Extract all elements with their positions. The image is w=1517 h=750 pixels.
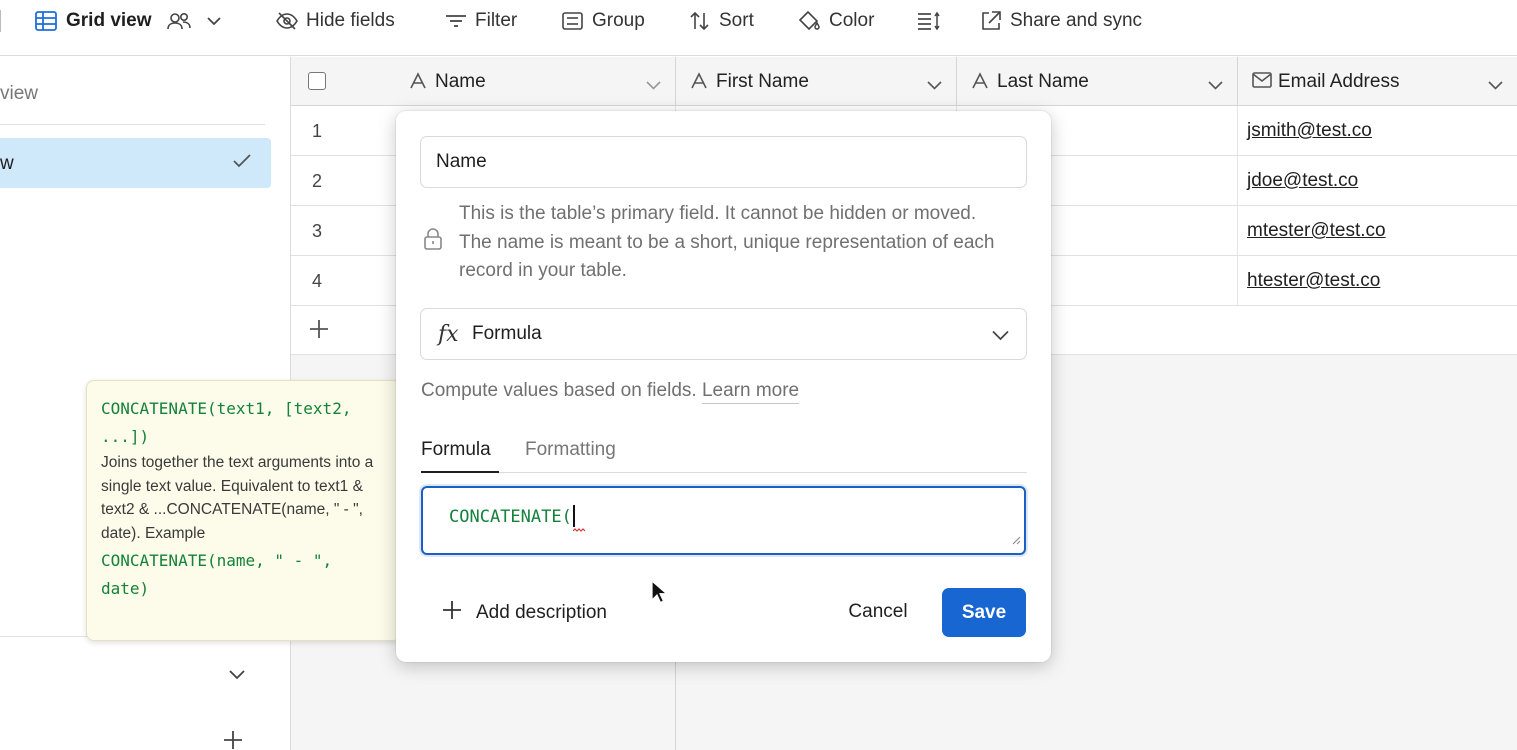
external-link-icon bbox=[980, 10, 1002, 32]
learn-more-link[interactable]: Learn more bbox=[701, 380, 800, 404]
sidebar-divider bbox=[0, 124, 265, 125]
text-icon bbox=[690, 72, 708, 96]
add-record-icon[interactable] bbox=[309, 319, 329, 344]
column-header-email[interactable]: Email Address bbox=[1238, 57, 1517, 106]
chevron-down-icon[interactable] bbox=[927, 75, 942, 97]
compute-note-text: Compute values based on fields. bbox=[421, 380, 697, 401]
cancel-button[interactable]: Cancel bbox=[830, 588, 926, 636]
field-config-dialog: Name This is the table’s primary field. … bbox=[396, 111, 1051, 662]
save-button[interactable]: Save bbox=[942, 588, 1026, 637]
chevron-down-icon[interactable] bbox=[1208, 75, 1223, 97]
column-label: Name bbox=[435, 71, 486, 92]
checkmark-icon bbox=[233, 154, 251, 173]
grid-header: Name First Name Last Name Email Address bbox=[291, 57, 1517, 106]
eye-slash-icon bbox=[276, 11, 298, 31]
column-label: Email Address bbox=[1278, 71, 1400, 92]
group-icon bbox=[562, 12, 584, 30]
chevron-down-icon[interactable] bbox=[646, 75, 661, 97]
email-cell[interactable]: jsmith@test.co bbox=[1247, 120, 1372, 142]
text-caret bbox=[572, 505, 575, 527]
function-signature: CONCATENATE(text1, [text2, ...]) bbox=[101, 395, 386, 451]
column-header-last-name[interactable]: Last Name bbox=[957, 57, 1238, 106]
hide-fields-label: Hide fields bbox=[306, 10, 395, 31]
chevron-down-icon[interactable] bbox=[228, 668, 246, 686]
grid-view-icon bbox=[34, 10, 58, 32]
filter-button[interactable]: Filter bbox=[445, 0, 517, 42]
email-cell[interactable]: mtester@test.co bbox=[1247, 220, 1386, 242]
formula-value: CONCATENATE( bbox=[449, 507, 572, 527]
plus-icon bbox=[442, 600, 462, 626]
tab-formula[interactable]: Formula bbox=[421, 439, 499, 473]
sort-label: Sort bbox=[719, 10, 754, 31]
color-button[interactable]: Color bbox=[797, 0, 874, 42]
chevron-down-icon bbox=[206, 16, 222, 26]
toolbar-divider bbox=[0, 10, 1, 32]
filter-icon bbox=[445, 13, 467, 29]
field-type-select[interactable]: fx Formula bbox=[420, 308, 1027, 360]
email-icon bbox=[1252, 72, 1272, 94]
function-example-line: date) bbox=[101, 579, 150, 598]
view-toolbar: Grid view Hide fields Filter Group Sort bbox=[0, 0, 1517, 56]
field-type-label: Formula bbox=[472, 323, 542, 344]
formula-editor[interactable]: CONCATENATE( bbox=[421, 486, 1026, 555]
email-cell[interactable]: htester@test.co bbox=[1247, 270, 1380, 292]
tab-formatting[interactable]: Formatting bbox=[525, 439, 616, 473]
group-button[interactable]: Group bbox=[562, 0, 645, 42]
select-all-checkbox[interactable] bbox=[308, 72, 326, 90]
group-label: Group bbox=[592, 10, 645, 31]
function-example: CONCATENATE(name, " - ", date) bbox=[101, 547, 386, 603]
view-switcher-button[interactable]: Grid view bbox=[34, 0, 222, 42]
column-label: Last Name bbox=[997, 71, 1089, 92]
formula-text: CONCATENATE( bbox=[449, 505, 575, 527]
mouse-pointer-icon bbox=[651, 579, 669, 609]
resize-handle-icon[interactable] bbox=[1011, 532, 1021, 550]
compute-note: Compute values based on fields. Learn mo… bbox=[421, 380, 800, 404]
email-cell[interactable]: jdoe@test.co bbox=[1247, 170, 1358, 192]
find-view-input[interactable]: view bbox=[0, 83, 38, 105]
add-description-label: Add description bbox=[476, 602, 607, 623]
row-height-button[interactable] bbox=[917, 0, 941, 42]
chevron-down-icon[interactable] bbox=[1488, 75, 1503, 97]
share-sync-button[interactable]: Share and sync bbox=[980, 0, 1142, 42]
filter-label: Filter bbox=[475, 10, 518, 31]
formula-tabs: Formula Formatting bbox=[421, 439, 1027, 473]
share-sync-label: Share and sync bbox=[1010, 10, 1143, 31]
sidebar-item-grid-view[interactable]: w bbox=[0, 138, 271, 188]
function-signature-line: ...]) bbox=[101, 427, 150, 446]
column-header-first-name[interactable]: First Name bbox=[676, 57, 957, 106]
paint-bucket-icon bbox=[797, 10, 821, 32]
add-description-button[interactable]: Add description bbox=[442, 600, 607, 626]
lock-icon bbox=[423, 228, 443, 255]
sort-button[interactable]: Sort bbox=[689, 0, 754, 42]
row-height-icon bbox=[917, 11, 941, 31]
function-signature-line: CONCATENATE(text1, [text2, bbox=[101, 399, 352, 418]
column-label: First Name bbox=[716, 71, 809, 92]
spellcheck-squiggle bbox=[573, 528, 585, 532]
formula-icon: fx bbox=[438, 322, 459, 347]
hide-fields-button[interactable]: Hide fields bbox=[276, 0, 395, 42]
formula-help-tooltip: CONCATENATE(text1, [text2, ...]) Joins t… bbox=[86, 380, 401, 641]
view-name: Grid view bbox=[66, 10, 152, 31]
chevron-down-icon bbox=[992, 328, 1009, 346]
column-header-name[interactable]: Name bbox=[291, 57, 676, 106]
collaborators-icon bbox=[166, 11, 192, 31]
sidebar-item-label: w bbox=[0, 153, 14, 174]
add-view-icon[interactable] bbox=[223, 730, 243, 750]
field-name-input[interactable]: Name bbox=[420, 136, 1027, 188]
text-icon bbox=[409, 72, 427, 96]
color-label: Color bbox=[829, 10, 875, 31]
text-icon bbox=[971, 72, 989, 96]
function-example-line: CONCATENATE(name, " - ", bbox=[101, 551, 333, 570]
primary-field-note: This is the table’s primary field. It ca… bbox=[459, 203, 995, 281]
sort-icon bbox=[689, 11, 711, 31]
function-description: Joins together the text arguments into a… bbox=[101, 454, 374, 542]
